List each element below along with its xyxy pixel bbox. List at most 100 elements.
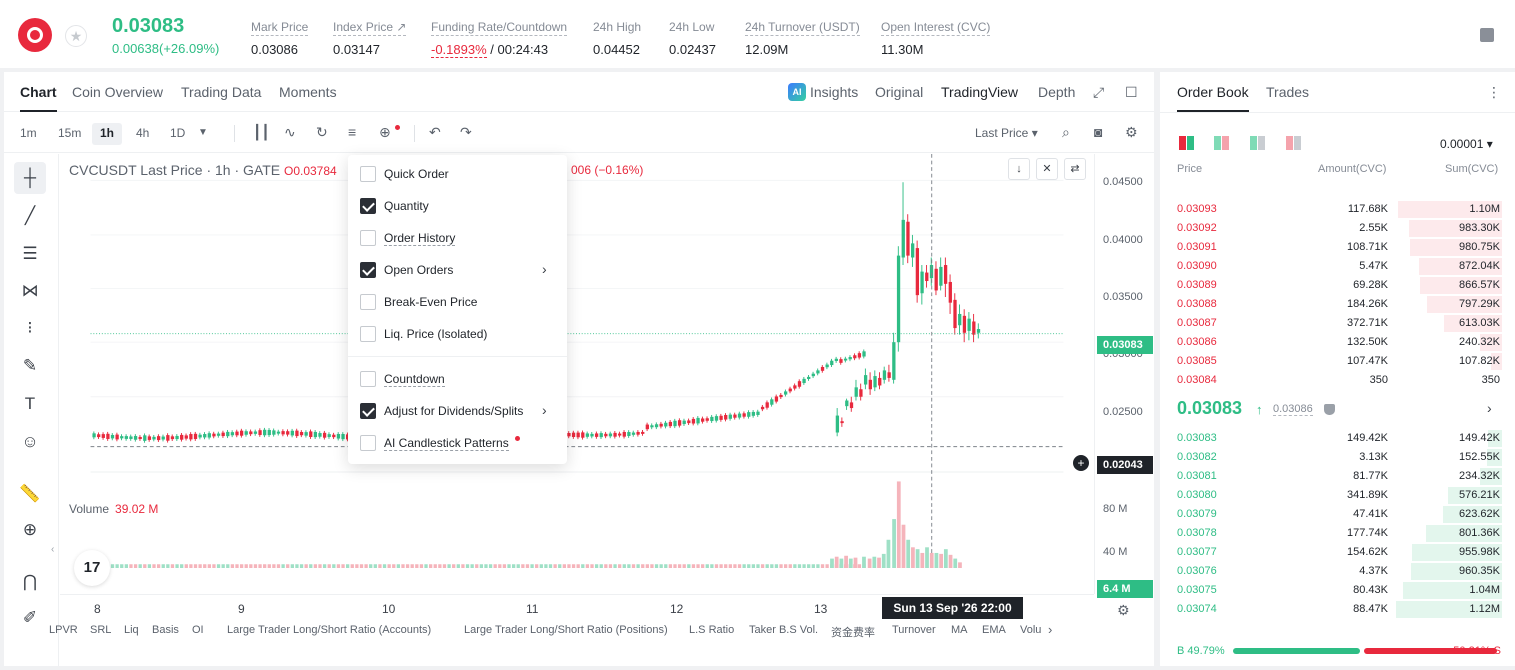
- order-book-row[interactable]: 0.03079 47.41K 623.62K: [1160, 505, 1510, 524]
- indicator-funding-rate[interactable]: 资金费率: [831, 624, 875, 640]
- zoom-in-tool-icon[interactable]: ⊕: [14, 514, 46, 546]
- order-book-row[interactable]: 0.03077 154.62K 955.98K: [1160, 543, 1510, 562]
- magnet-tool-icon[interactable]: ⋂: [14, 566, 46, 598]
- order-book-row[interactable]: 0.03085 107.47K 107.82K: [1160, 352, 1510, 371]
- camera-icon[interactable]: ◙: [1094, 124, 1102, 140]
- ruler-tool-icon[interactable]: 📏: [14, 478, 46, 510]
- precision-select[interactable]: 0.00001 ▾: [1440, 137, 1493, 151]
- checkbox[interactable]: [360, 166, 376, 182]
- order-book-row[interactable]: 0.03086 132.50K 240.32K: [1160, 333, 1510, 352]
- order-book-row[interactable]: 0.03088 184.26K 797.29K: [1160, 295, 1510, 314]
- order-book-row[interactable]: 0.03092 2.55K 983.30K: [1160, 219, 1510, 238]
- view-bids-only-icon[interactable]: [1250, 136, 1266, 150]
- chevron-right-icon[interactable]: ›: [1048, 622, 1052, 637]
- tab-order-book[interactable]: Order Book: [1177, 84, 1249, 112]
- interval-more-icon[interactable]: ▼: [198, 127, 208, 138]
- collapse-icon[interactable]: ✕: [1036, 158, 1058, 180]
- collapse-tools-icon[interactable]: ‹: [51, 542, 54, 558]
- order-book-row[interactable]: 0.03090 5.47K 872.04K: [1160, 257, 1510, 276]
- order-book-row[interactable]: 0.03074 88.47K 1.12M: [1160, 600, 1510, 619]
- stat-label[interactable]: 24h Turnover (USDT): [745, 20, 860, 36]
- tradingview-logo[interactable]: 17: [74, 550, 110, 586]
- axis-settings-icon[interactable]: ⚙: [1117, 602, 1130, 618]
- checkbox[interactable]: [360, 435, 376, 451]
- indicator-icon[interactable]: ∿: [284, 124, 296, 141]
- stat-label[interactable]: Index Price ↗: [333, 20, 407, 36]
- order-book-row[interactable]: 0.03087 372.71K 613.03K: [1160, 314, 1510, 333]
- view-both-icon[interactable]: [1179, 136, 1195, 150]
- interval-4h[interactable]: 4h: [128, 123, 157, 145]
- favorite-star-icon[interactable]: ★: [65, 25, 87, 47]
- book-icon[interactable]: [1480, 28, 1494, 42]
- search-icon[interactable]: ⌕: [1062, 124, 1070, 141]
- dd-open-orders[interactable]: Open Orders ›: [360, 261, 555, 279]
- price-chart[interactable]: [60, 154, 1094, 568]
- replay-icon[interactable]: ↻: [316, 124, 328, 141]
- indicator-ema[interactable]: EMA: [982, 624, 1006, 636]
- stat-label[interactable]: Mark Price: [251, 20, 309, 36]
- order-book-row[interactable]: 0.03083 149.42K 149.42K: [1160, 429, 1510, 448]
- indicator-lpvr[interactable]: LPVR: [49, 624, 78, 636]
- price-axis[interactable]: 0.04500 0.04000 0.03500 0.03000 0.02500 …: [1094, 154, 1154, 598]
- indicator-basis[interactable]: Basis: [152, 624, 179, 636]
- price-type-select[interactable]: Last Price ▾: [975, 126, 1038, 140]
- indicator-ls-positions[interactable]: Large Trader Long/Short Ratio (Positions…: [464, 624, 668, 636]
- trend-line-tool-icon[interactable]: ╱: [14, 200, 46, 232]
- indicator-ls-accounts[interactable]: Large Trader Long/Short Ratio (Accounts): [227, 624, 431, 636]
- tab-moments[interactable]: Moments: [279, 84, 337, 100]
- indicator-srl[interactable]: SRL: [90, 624, 111, 636]
- gear-icon[interactable]: ⚙: [1125, 124, 1138, 141]
- order-book-row[interactable]: 0.03082 3.13K 152.55K: [1160, 448, 1510, 467]
- indicator-taker-vol[interactable]: Taker B.S Vol.: [749, 624, 818, 636]
- indicator-liq[interactable]: Liq: [124, 624, 139, 636]
- checkbox[interactable]: [360, 198, 376, 214]
- view-insights[interactable]: Insights: [810, 84, 858, 100]
- chevron-right-icon[interactable]: ›: [542, 261, 547, 277]
- add-overlay-icon[interactable]: ⊕: [379, 124, 391, 141]
- indicator-turnover[interactable]: Turnover: [892, 624, 936, 636]
- text-tool-icon[interactable]: T: [14, 388, 46, 420]
- view-depth[interactable]: Depth: [1038, 84, 1075, 100]
- reset-chart-icon[interactable]: ⇄: [1064, 158, 1086, 180]
- chevron-right-icon[interactable]: ›: [1487, 400, 1492, 416]
- pattern-tool-icon[interactable]: ⋈: [14, 275, 46, 307]
- emoji-tool-icon[interactable]: ☺: [14, 426, 46, 458]
- redo-icon[interactable]: ↷: [460, 124, 472, 141]
- crosshair-tool-icon[interactable]: ┼: [14, 162, 46, 194]
- fullscreen-icon[interactable]: ⤢: [1093, 84, 1104, 100]
- indicator-ma[interactable]: MA: [951, 624, 968, 636]
- interval-1h[interactable]: 1h: [92, 123, 123, 145]
- order-book-row[interactable]: 0.03076 4.37K 960.35K: [1160, 562, 1510, 581]
- indicator-volume[interactable]: Volu: [1020, 624, 1042, 636]
- order-book-row[interactable]: 0.03078 177.74K 801.36K: [1160, 524, 1510, 543]
- brush-tool-icon[interactable]: ✎: [14, 350, 46, 382]
- chevron-right-icon[interactable]: ›: [542, 402, 547, 418]
- scroll-to-latest-icon[interactable]: ↓: [1008, 158, 1030, 180]
- checkbox[interactable]: [360, 326, 376, 342]
- view-bids-icon[interactable]: [1214, 136, 1230, 150]
- view-asks-only-icon[interactable]: [1286, 136, 1302, 150]
- order-book-row[interactable]: 0.03093 117.68K 1.10M: [1160, 200, 1510, 219]
- order-book-row[interactable]: 0.03089 69.28K 866.57K: [1160, 276, 1510, 295]
- order-book-row[interactable]: 0.03075 80.43K 1.04M: [1160, 581, 1510, 600]
- tab-trades[interactable]: Trades: [1266, 84, 1309, 100]
- tab-coin-overview[interactable]: Coin Overview: [72, 84, 163, 100]
- indicator-ls-ratio[interactable]: L.S Ratio: [689, 624, 734, 636]
- order-book-row[interactable]: 0.03081 81.77K 234.32K: [1160, 467, 1510, 486]
- view-original[interactable]: Original: [875, 84, 923, 100]
- stat-label[interactable]: Open Interest (CVC): [881, 20, 991, 36]
- checkbox[interactable]: [360, 371, 376, 387]
- tab-chart[interactable]: Chart: [20, 84, 57, 112]
- order-book-row[interactable]: 0.03091 108.71K 980.75K: [1160, 238, 1510, 257]
- stat-label[interactable]: Funding Rate/Countdown: [431, 20, 568, 36]
- candle-type-icon[interactable]: ┃┃: [253, 124, 270, 141]
- checkbox[interactable]: [360, 230, 376, 246]
- tab-trading-data[interactable]: Trading Data: [181, 84, 261, 100]
- settings-list-icon[interactable]: ≡: [348, 124, 356, 140]
- view-tradingview[interactable]: TradingView: [941, 84, 1018, 100]
- checkbox[interactable]: [360, 262, 376, 278]
- dd-adjust-dividends[interactable]: Adjust for Dividends/Splits ›: [360, 402, 555, 420]
- interval-1m[interactable]: 1m: [12, 123, 45, 145]
- checkbox[interactable]: [360, 403, 376, 419]
- more-options-icon[interactable]: ⋮: [1487, 84, 1501, 100]
